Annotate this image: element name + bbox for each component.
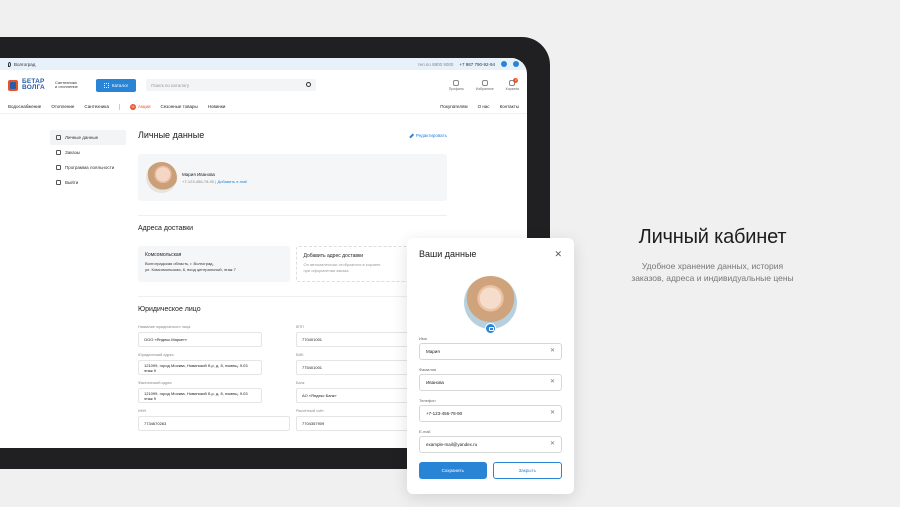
clear-icon[interactable]: ✕ — [550, 379, 555, 386]
clear-icon[interactable]: ✕ — [550, 348, 555, 355]
catalog-button[interactable]: Каталог — [95, 78, 137, 92]
edit-link[interactable]: Редактировать — [409, 133, 447, 138]
search-input[interactable]: Поиск по каталогу — [146, 79, 317, 91]
account-main: Личные данные Редактировать Мария Иванов… — [138, 130, 448, 431]
location-pin-icon — [8, 61, 11, 67]
nav-divider — [118, 103, 120, 110]
nav-item-seasonal[interactable]: Сезонные товары — [161, 104, 198, 109]
user-icon — [453, 79, 460, 86]
search-icon[interactable] — [306, 82, 312, 87]
main-nav: Водоснабжение Отопление Сантехника % Акц… — [0, 100, 527, 114]
email-field[interactable]: example-mail@yandex.ru ✕ — [419, 436, 562, 453]
last-name-field[interactable]: Иванова ✕ — [419, 374, 562, 391]
profile-button[interactable]: Профиль — [449, 79, 464, 91]
nav-item-about[interactable]: О нас — [478, 104, 490, 109]
nav-item-contacts[interactable]: Контакты — [500, 104, 519, 109]
page-title: Личные данные — [138, 130, 205, 140]
cart-badge: 2 — [513, 77, 519, 83]
save-button[interactable]: Сохранить — [419, 462, 487, 479]
box-icon — [56, 150, 61, 155]
nav-item-customers[interactable]: Покупателям — [440, 104, 467, 109]
grid-icon — [103, 82, 109, 88]
actual-address-field[interactable]: 121099, город Москва, Новинский б-р, д. … — [138, 388, 262, 403]
cart-button[interactable]: 2 Корзина — [506, 77, 519, 91]
legal-name-field[interactable]: ООО «Яндекс.Маркет» — [138, 332, 262, 347]
sidebar-item-logout[interactable]: Выйти — [50, 175, 126, 190]
clear-icon[interactable]: ✕ — [550, 441, 555, 448]
phone-link[interactable]: +7 987 790-92-94 — [459, 62, 495, 67]
site-header: БЕТАР ВОЛГА Сантехника и отопление Катал… — [0, 70, 527, 100]
address-card[interactable]: Комсомольская Волгоградская область, г. … — [138, 246, 290, 282]
nav-item-heating[interactable]: Отопление — [51, 104, 74, 109]
modal-title: Ваши данные — [419, 249, 477, 259]
hero-subtitle: Удобное хранение данных, история заказов… — [631, 261, 794, 283]
divider — [138, 215, 447, 216]
profile-phone: +7-123-456-78-90 — [182, 178, 215, 184]
close-button[interactable]: Закрыть — [492, 462, 562, 479]
sidebar-item-loyalty[interactable]: Программа лояльности — [50, 160, 126, 175]
edit-profile-modal: Ваши данные ✕ Имя Мария ✕ Фамилия Иванов… — [407, 238, 574, 494]
city-selector[interactable]: Волгоград — [8, 61, 35, 67]
avatar — [146, 162, 177, 193]
logout-icon — [56, 180, 61, 185]
hero-title: Личный кабинет — [638, 226, 787, 248]
clear-icon[interactable]: ✕ — [550, 410, 555, 417]
legal-entity-form: Название юридического лица ООО «Яндекс.М… — [138, 325, 448, 431]
profile-name: Мария Иванова — [182, 171, 215, 177]
heart-icon — [481, 79, 488, 86]
close-icon[interactable]: ✕ — [554, 250, 562, 259]
inn-field[interactable]: 7734670263 — [138, 416, 290, 431]
first-name-field[interactable]: Мария ✕ — [419, 343, 562, 360]
divider — [138, 296, 447, 297]
avatar[interactable] — [464, 276, 517, 334]
nav-item-promo[interactable]: % Акции — [129, 103, 151, 110]
favorites-button[interactable]: Избранное — [476, 79, 494, 91]
topbar: Волгоград тел.по 8800 9000 +7 987 790-92… — [0, 58, 527, 70]
nav-item-water[interactable]: Водоснабжение — [8, 104, 41, 109]
user-icon — [56, 135, 61, 140]
sidebar-item-orders[interactable]: Заказы — [50, 145, 126, 160]
logo-mark-icon — [8, 79, 18, 91]
pencil-icon — [409, 133, 414, 138]
nav-item-plumbing[interactable]: Сантехника — [84, 104, 109, 109]
legal-address-field[interactable]: 121099, город Москва, Новинский б-р, д. … — [138, 360, 262, 375]
cart-icon: 2 — [509, 77, 519, 86]
nav-item-new[interactable]: Новинки — [208, 104, 226, 109]
add-email-link[interactable]: Добавить e-mail — [217, 179, 247, 184]
telegram-icon[interactable] — [501, 61, 507, 67]
percent-icon: % — [129, 103, 136, 110]
profile-card: Мария Иванова +7-123-456-78-90 | Добавит… — [138, 154, 447, 201]
whatsapp-icon[interactable] — [513, 61, 519, 67]
sidebar-item-personal[interactable]: Личные данные — [50, 130, 126, 145]
delivery-title: Адреса доставки — [138, 225, 194, 232]
phone-field[interactable]: +7-123-456-78-90 ✕ — [419, 405, 562, 422]
legal-title: Юридическое лицо — [138, 306, 201, 313]
logo[interactable]: БЕТАР ВОЛГА Сантехника и отопление — [8, 78, 78, 91]
account-sidebar: Личные данные Заказы Программа лояльност… — [50, 130, 126, 190]
card-icon — [56, 165, 61, 170]
camera-icon[interactable] — [485, 323, 496, 334]
